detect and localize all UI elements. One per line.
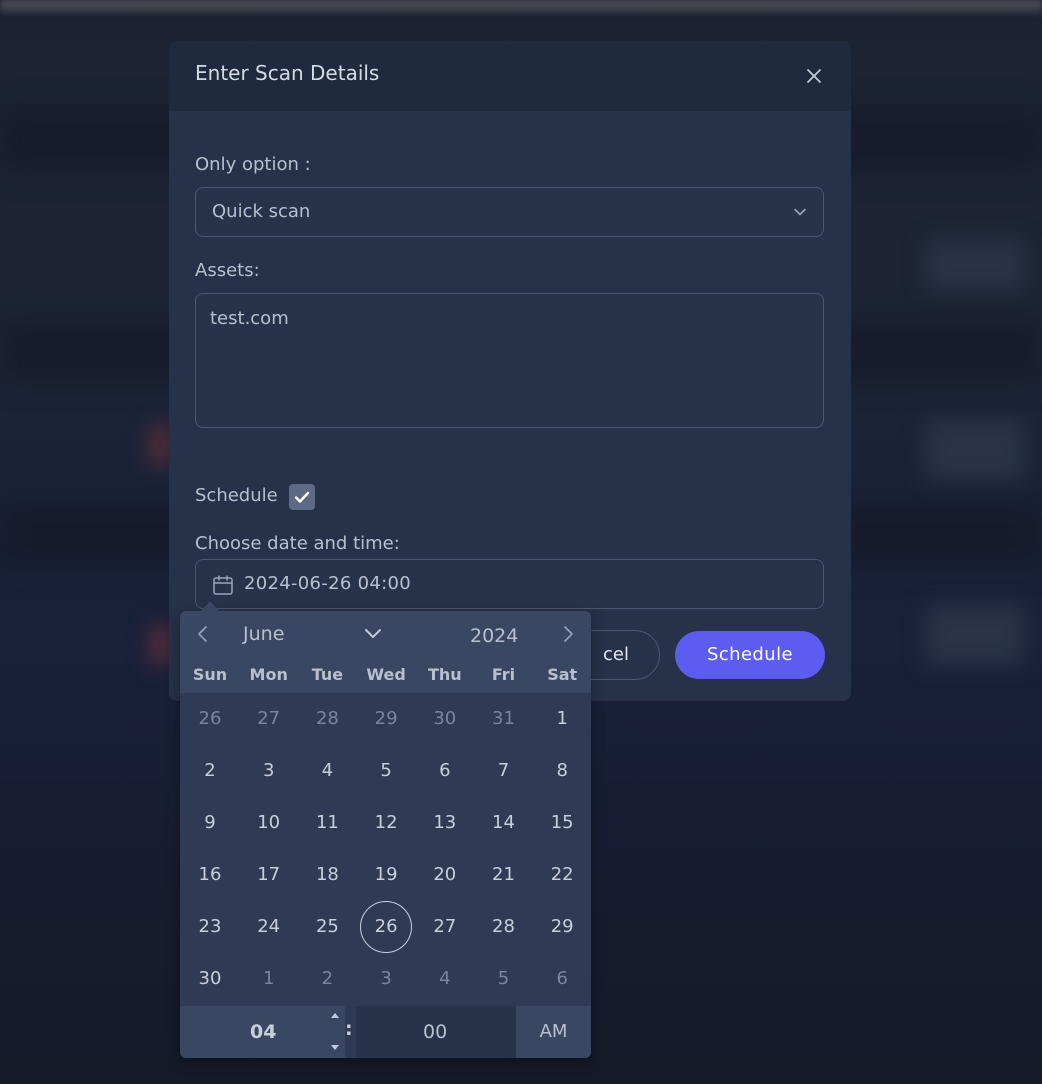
- calendar-day[interactable]: 26: [184, 693, 236, 745]
- calendar-day[interactable]: 3: [243, 745, 295, 797]
- calendar-day[interactable]: 15: [536, 797, 588, 849]
- backdrop-blob: [925, 605, 1025, 665]
- calendar-day[interactable]: 18: [301, 849, 353, 901]
- calendar-day[interactable]: 5: [478, 953, 530, 1005]
- calendar-icon: [213, 575, 233, 595]
- calendar-day[interactable]: 22: [536, 849, 588, 901]
- datepicker-header: June 2024 Sun Mon Tue Wed Thu Fri Sat: [180, 611, 591, 693]
- calendar-day[interactable]: 4: [301, 745, 353, 797]
- calendar-day[interactable]: 30: [184, 953, 236, 1005]
- calendar-day[interactable]: 29: [536, 901, 588, 953]
- modal-header: Enter Scan Details: [169, 41, 851, 111]
- calendar-day[interactable]: 29: [360, 693, 412, 745]
- weekday-label: Tue: [311, 665, 344, 684]
- calendar-day[interactable]: 5: [360, 745, 412, 797]
- ampm-toggle[interactable]: AM: [516, 1006, 591, 1058]
- chevron-right-icon[interactable]: [559, 623, 577, 645]
- weekday-label: Fri: [491, 665, 516, 684]
- year-name[interactable]: 2024: [470, 625, 518, 647]
- calendar-day[interactable]: 3: [360, 953, 412, 1005]
- scan-option-select[interactable]: Quick scan: [195, 187, 824, 237]
- calendar-day[interactable]: 30: [419, 693, 471, 745]
- hour-value: 04: [250, 1021, 277, 1043]
- calendar-day[interactable]: 1: [243, 953, 295, 1005]
- weekday-label: Wed: [366, 665, 406, 684]
- weekday-label: Mon: [249, 665, 288, 684]
- caret-up-icon[interactable]: [330, 1011, 340, 1019]
- calendar-day[interactable]: 24: [243, 901, 295, 953]
- calendar-day[interactable]: 28: [478, 901, 530, 953]
- datetime-label: Choose date and time:: [195, 533, 400, 554]
- scan-details-modal: Enter Scan Details Only option : Quick s…: [169, 41, 851, 701]
- calendar-day[interactable]: 31: [478, 693, 530, 745]
- calendar-day[interactable]: 20: [419, 849, 471, 901]
- calendar-day[interactable]: 17: [243, 849, 295, 901]
- calendar-day[interactable]: 9: [184, 797, 236, 849]
- datetime-input[interactable]: 2024-06-26 04:00: [195, 559, 824, 609]
- calendar-day[interactable]: 6: [536, 953, 588, 1005]
- weekday-label: Sat: [547, 665, 578, 684]
- checkmark-icon: [294, 491, 310, 503]
- weekday-row: Sun Mon Tue Wed Thu Fri Sat: [180, 665, 591, 687]
- backdrop-top-bar: [0, 0, 1042, 14]
- caret-down-icon[interactable]: [330, 1044, 340, 1052]
- cancel-button-label: cel: [603, 644, 629, 665]
- assets-label: Assets:: [195, 260, 260, 281]
- calendar-day[interactable]: 6: [419, 745, 471, 797]
- close-button[interactable]: [803, 65, 825, 87]
- calendar-day[interactable]: 12: [360, 797, 412, 849]
- chevron-down-icon[interactable]: [363, 626, 383, 642]
- chevron-down-icon: [794, 208, 806, 216]
- schedule-checkbox[interactable]: [289, 484, 315, 510]
- schedule-button[interactable]: Schedule: [675, 631, 825, 679]
- calendar-day[interactable]: 8: [536, 745, 588, 797]
- month-name[interactable]: June: [243, 623, 284, 645]
- calendar-day[interactable]: 13: [419, 797, 471, 849]
- minute-value: 00: [423, 1021, 448, 1043]
- weekday-label: Thu: [427, 665, 462, 684]
- calendar-day[interactable]: 7: [478, 745, 530, 797]
- calendar-day[interactable]: 21: [478, 849, 530, 901]
- calendar-day[interactable]: 2: [301, 953, 353, 1005]
- modal-title: Enter Scan Details: [195, 61, 380, 85]
- calendar-day[interactable]: 16: [184, 849, 236, 901]
- backdrop-blob: [925, 240, 1025, 290]
- calendar-day[interactable]: 14: [478, 797, 530, 849]
- backdrop-blob: [150, 625, 170, 665]
- close-icon: [807, 69, 821, 83]
- calendar-day[interactable]: 2: [184, 745, 236, 797]
- calendar-day[interactable]: 11: [301, 797, 353, 849]
- backdrop-blob: [925, 420, 1025, 480]
- calendar-day[interactable]: 27: [419, 901, 471, 953]
- calendar-day[interactable]: 19: [360, 849, 412, 901]
- minute-field[interactable]: 00: [356, 1006, 516, 1058]
- calendar-day[interactable]: 27: [243, 693, 295, 745]
- datetime-value: 2024-06-26 04:00: [244, 573, 412, 594]
- datepicker-popup: June 2024 Sun Mon Tue Wed Thu Fri Sat 26 27 28 29…: [180, 611, 591, 1058]
- calendar-day[interactable]: 28: [301, 693, 353, 745]
- calendar-day[interactable]: 25: [301, 901, 353, 953]
- calendar-day[interactable]: 10: [243, 797, 295, 849]
- weekday-label: Sun: [192, 665, 228, 684]
- scan-option-value: Quick scan: [212, 201, 311, 222]
- option-label: Only option :: [195, 154, 311, 175]
- chevron-left-icon[interactable]: [194, 623, 212, 645]
- calendar-day[interactable]: 1: [536, 693, 588, 745]
- time-separator: :: [345, 1018, 353, 1040]
- time-row: 04 : 00 AM: [180, 1006, 591, 1058]
- calendar-day[interactable]: 4: [419, 953, 471, 1005]
- assets-textarea[interactable]: test.com: [195, 293, 824, 428]
- schedule-label: Schedule: [195, 485, 278, 506]
- backdrop-blob: [150, 425, 170, 465]
- calendar-day[interactable]: 26: [360, 901, 413, 953]
- hour-field[interactable]: 04: [180, 1006, 345, 1058]
- calendar-day[interactable]: 23: [184, 901, 236, 953]
